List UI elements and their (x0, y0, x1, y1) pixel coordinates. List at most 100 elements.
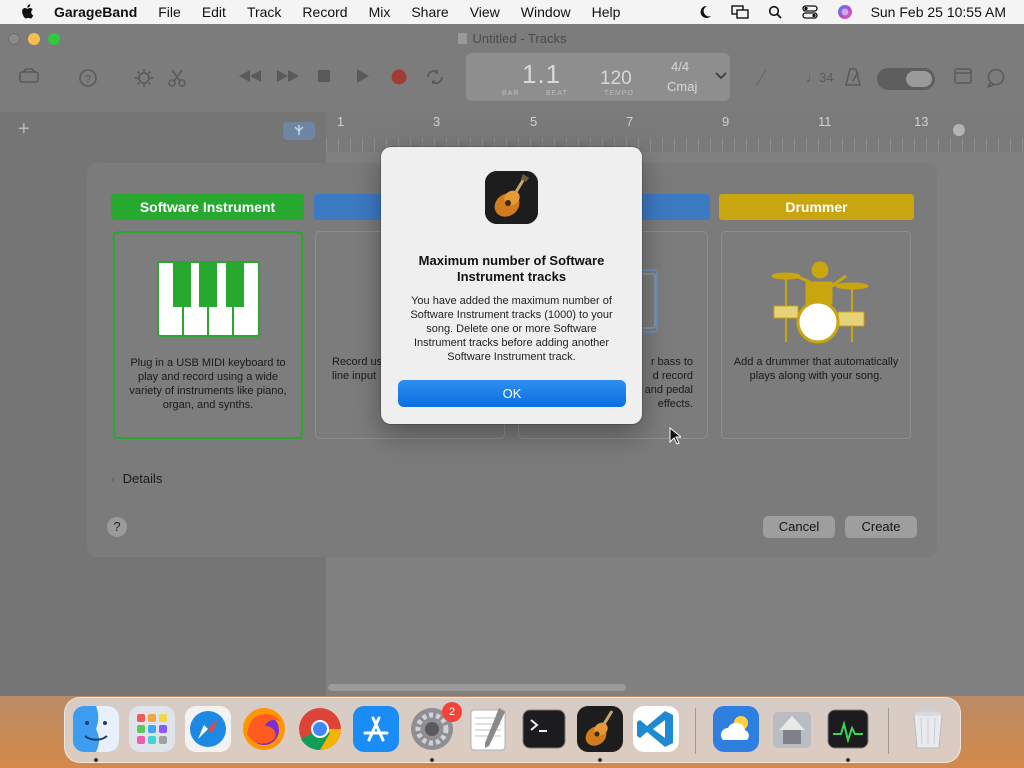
running-indicator (430, 758, 434, 762)
horizontal-scrollbar[interactable] (328, 684, 626, 691)
rewind-icon[interactable] (237, 68, 263, 88)
app-store-icon[interactable] (353, 706, 399, 752)
window-titlebar: Untitled - Tracks ? 1.1 BAR BEAT 120 TEM… (0, 24, 1024, 112)
software-instrument-description: Plug in a USB MIDI keyboard to play and … (129, 357, 287, 411)
record-icon[interactable] (388, 68, 410, 88)
garageband-icon[interactable] (577, 706, 623, 752)
ruler-bar-number: 1 (337, 114, 345, 129)
menu-app-name[interactable]: GarageBand (54, 4, 137, 20)
chevron-right-icon: › (111, 474, 115, 486)
audio-microphone-header[interactable] (314, 194, 384, 220)
document-icon (457, 33, 467, 44)
menu-view[interactable]: View (470, 4, 500, 20)
window-title: Untitled - Tracks (472, 31, 567, 46)
lcd-display[interactable]: 1.1 BAR BEAT 120 TEMPO 4/4 Cmaj (466, 53, 730, 101)
drummer-card[interactable]: Add a drummer that automatically plays a… (721, 231, 911, 439)
stop-icon[interactable] (313, 68, 335, 88)
menu-share[interactable]: Share (411, 4, 448, 20)
tuner-icon[interactable] (750, 68, 772, 88)
details-label: Details (122, 471, 163, 486)
safari-icon[interactable] (185, 706, 231, 752)
metronome-icon[interactable] (842, 68, 864, 88)
trash-icon[interactable] (905, 706, 951, 752)
lcd-tempo-label: TEMPO (604, 90, 634, 97)
migration-assistant-icon[interactable] (769, 706, 815, 752)
dock: 2 (64, 697, 961, 763)
editors-scissors-icon[interactable] (166, 68, 188, 88)
ruler-bar-number: 7 (626, 114, 634, 129)
piano-keys-icon (157, 261, 260, 337)
alert-message: You have added the maximum number of Sof… (410, 295, 613, 363)
library-icon[interactable] (18, 68, 40, 88)
dock-separator (888, 708, 889, 754)
lcd-position: 1.1 (522, 59, 562, 89)
lcd-bar-label: BAR (502, 90, 520, 97)
notification-badge: 2 (442, 702, 462, 722)
count-in-icon[interactable]: ♩34 (806, 68, 833, 88)
create-button[interactable]: Create (845, 516, 917, 538)
zoom-slider-knob[interactable] (953, 124, 965, 136)
moon-icon[interactable] (696, 4, 714, 20)
menu-file[interactable]: File (158, 4, 181, 20)
weather-icon[interactable] (713, 706, 759, 752)
play-icon[interactable] (351, 68, 373, 88)
siri-icon[interactable] (836, 4, 854, 20)
apple-menu-icon[interactable] (20, 3, 36, 21)
google-chrome-icon[interactable] (297, 706, 343, 752)
lcd-beat-label: BEAT (546, 90, 568, 97)
menubar-clock[interactable]: Sun Feb 25 10:55 AM (871, 4, 1006, 20)
textedit-icon[interactable] (465, 706, 511, 752)
dock-separator (695, 708, 696, 754)
note-pad-icon[interactable] (952, 68, 974, 88)
lcd-key: Cmaj (667, 79, 698, 94)
loop-browser-icon[interactable] (985, 68, 1007, 89)
add-track-icon[interactable]: + (18, 118, 30, 141)
cancel-button[interactable]: Cancel (763, 516, 835, 538)
drummer-header[interactable]: Drummer (719, 194, 914, 220)
drummer-icon (771, 261, 869, 344)
timeline-ruler[interactable]: 1 3 5 7 9 11 13 (326, 112, 1024, 152)
finder-icon[interactable] (73, 706, 119, 752)
firefox-icon[interactable] (241, 706, 287, 752)
screen-mirroring-icon[interactable] (730, 4, 749, 20)
running-indicator (94, 758, 98, 762)
ruler-bar-number: 13 (914, 114, 929, 129)
spotlight-search-icon[interactable] (766, 4, 784, 20)
menu-help[interactable]: Help (592, 4, 621, 20)
cycle-icon[interactable] (424, 68, 446, 88)
quick-help-icon[interactable]: ? (77, 68, 99, 88)
details-disclosure[interactable]: › Details (111, 471, 162, 486)
smart-controls-icon[interactable] (133, 68, 155, 88)
smart-filter-button[interactable] (283, 122, 315, 140)
ok-button[interactable]: OK (398, 380, 626, 407)
lcd-chevron-down-icon[interactable] (715, 69, 727, 83)
menu-edit[interactable]: Edit (202, 4, 226, 20)
running-indicator (598, 758, 602, 762)
running-indicator (846, 758, 850, 762)
window-title-container: Untitled - Tracks (0, 31, 1024, 46)
menu-window[interactable]: Window (521, 4, 571, 20)
menu-mix[interactable]: Mix (369, 4, 391, 20)
software-instrument-card[interactable]: Plug in a USB MIDI keyboard to play and … (113, 231, 303, 439)
ruler-bar-number: 9 (722, 114, 730, 129)
activity-monitor-icon[interactable] (825, 706, 871, 752)
launchpad-icon[interactable] (129, 706, 175, 752)
garageband-app-icon (485, 171, 538, 224)
terminal-icon[interactable] (521, 706, 567, 752)
menu-record[interactable]: Record (302, 4, 347, 20)
menu-track[interactable]: Track (247, 4, 281, 20)
help-button[interactable]: ? (107, 517, 127, 537)
fast-forward-icon[interactable] (275, 68, 301, 88)
menu-bar: GarageBand File Edit Track Record Mix Sh… (0, 0, 1024, 24)
audio-guitar-header[interactable] (641, 194, 710, 220)
master-volume-toggle[interactable] (877, 68, 935, 90)
garageband-window: Untitled - Tracks ? 1.1 BAR BEAT 120 TEM… (0, 24, 1024, 696)
drummer-description: Add a drummer that automatically plays a… (733, 356, 899, 382)
software-instrument-header[interactable]: Software Instrument (111, 194, 304, 220)
control-center-icon[interactable] (801, 4, 819, 20)
lcd-tempo: 120 (600, 68, 632, 89)
ruler-bar-number: 11 (818, 114, 832, 129)
ruler-bar-number: 3 (433, 114, 441, 129)
visual-studio-code-icon[interactable] (633, 706, 679, 752)
max-tracks-alert: Maximum number of Software Instrument tr… (381, 147, 642, 424)
